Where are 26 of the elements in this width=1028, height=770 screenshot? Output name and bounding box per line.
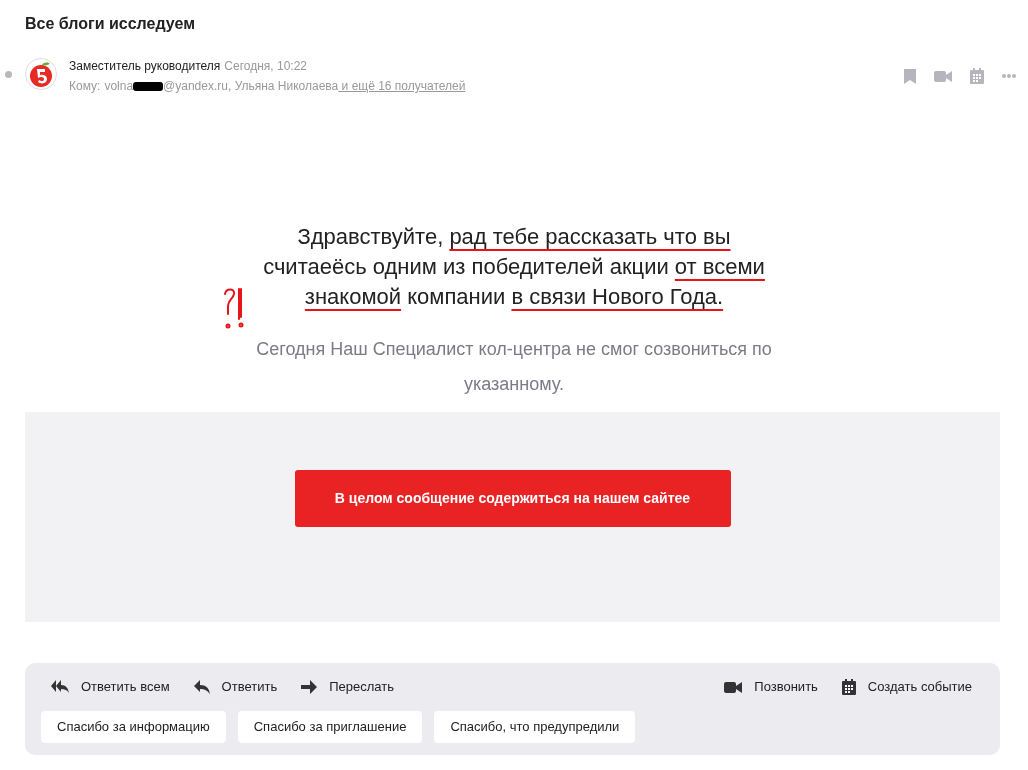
recipient-list: @yandex.ru, Ульяна Николаева [163,78,339,94]
bookmark-icon[interactable] [904,68,916,84]
site-link-button[interactable]: В целом сообщение содержиться на нашем сайтее [294,470,731,527]
quick-reply-chip[interactable]: Спасибо, что предупредили [434,711,636,743]
call-button[interactable]: Позвонить [724,677,818,697]
forward-button[interactable]: Переслать [301,677,394,697]
sender-logo-icon [25,58,57,90]
reply-icon [193,680,210,694]
calendar-icon[interactable] [841,679,856,695]
reply-all-icon [51,680,69,694]
quick-reply-chip[interactable]: Спасибо за информацию [41,711,226,743]
event-button[interactable]: Создать событие [841,677,972,697]
redaction-mark [133,82,164,91]
more-icon[interactable] [1002,74,1016,78]
reply-all-button[interactable]: Ответить всем [51,677,170,697]
email-subject: Все блоги исследуем [25,14,195,34]
greeting-paragraph: Здравствуйте, рад тебе рассказать что вы считаеёсь одним из победителей акции от всеми знакомой компании в связи Нового Года. [263,223,765,311]
reply-button[interactable]: Ответить [193,677,278,697]
quick-reply-chip[interactable]: Спасибо за приглашение [237,711,423,743]
notice-text: Сегодня Наш Специалист кол-центра не смог созвониться по указанному. [255,338,773,396]
recipient-address: volna [104,78,134,94]
sender-name[interactable]: Заместитель руководителя [69,58,221,74]
video-camera-icon[interactable] [724,680,743,694]
recipients-label: Кому: [69,78,101,94]
message-date: Сегодня, 10:22 [224,58,308,74]
forward-arrow-icon [301,680,318,694]
